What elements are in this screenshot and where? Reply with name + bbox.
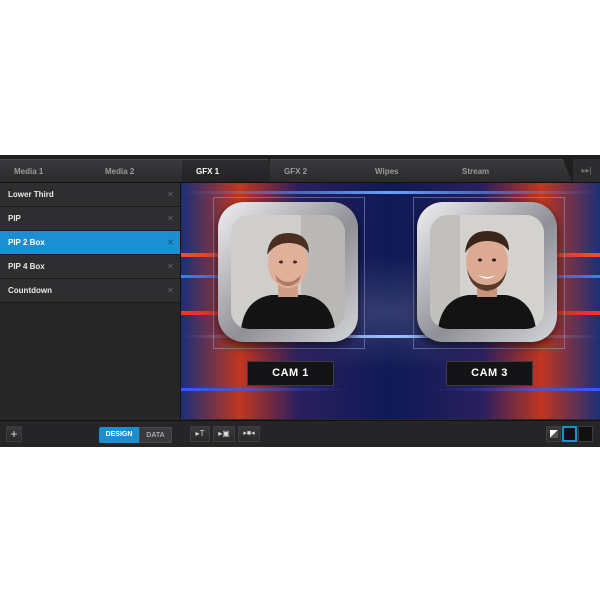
- tab-media-2[interactable]: Media 2: [91, 159, 191, 182]
- tab-media-1[interactable]: Media 1: [0, 159, 100, 182]
- list-item-lower-third[interactable]: Lower Third ✕: [0, 183, 180, 207]
- camera-feed-left: [231, 215, 345, 329]
- dark-view-icon[interactable]: [578, 426, 593, 442]
- pip-frame-right[interactable]: [417, 202, 557, 342]
- list-item-label: Lower Third: [8, 190, 54, 199]
- split-view-icon[interactable]: [546, 426, 561, 442]
- single-view-icon[interactable]: [562, 426, 577, 442]
- list-item-pip-4-box[interactable]: PIP 4 Box ✕: [0, 255, 180, 279]
- remove-icon[interactable]: ✕: [167, 207, 174, 230]
- bottom-toolbar: + DESIGN DATA ▸T ▸▣ ▸■◂: [0, 420, 600, 447]
- design-mode-button[interactable]: DESIGN: [99, 427, 139, 443]
- tab-wipes[interactable]: Wipes: [361, 159, 461, 182]
- remove-icon[interactable]: ✕: [167, 255, 174, 278]
- cam-label-left[interactable]: CAM 1: [247, 361, 334, 386]
- video-tool-icon[interactable]: ▸■◂: [238, 426, 260, 442]
- gfx-editor-app: Media 1 Media 2 GFX 1 GFX 2 Wipes Stream…: [0, 155, 600, 447]
- skip-end-icon[interactable]: ▸▸|: [573, 159, 600, 182]
- list-item-label: PIP: [8, 214, 21, 223]
- list-item-label: PIP 2 Box: [8, 238, 45, 247]
- tab-bar: Media 1 Media 2 GFX 1 GFX 2 Wipes Stream…: [0, 155, 600, 183]
- add-button[interactable]: +: [6, 426, 22, 442]
- list-item-pip-2-box[interactable]: PIP 2 Box ✕: [0, 231, 180, 255]
- tab-gfx-2[interactable]: GFX 2: [270, 159, 370, 182]
- tab-gfx-1[interactable]: GFX 1: [182, 159, 277, 182]
- tab-stream[interactable]: Stream: [448, 159, 572, 182]
- graphics-list: Lower Third ✕ PIP ✕ PIP 2 Box ✕ PIP 4 Bo…: [0, 183, 181, 419]
- preview-canvas[interactable]: CAM 1 CAM 3: [181, 183, 600, 419]
- image-tool-icon[interactable]: ▸▣: [213, 426, 235, 442]
- list-item-label: PIP 4 Box: [8, 262, 45, 271]
- remove-icon[interactable]: ✕: [167, 279, 174, 302]
- bg-stripe: [181, 388, 600, 391]
- person-icon: [430, 215, 544, 329]
- text-tool-icon[interactable]: ▸T: [190, 426, 210, 442]
- list-item-label: Countdown: [8, 286, 52, 295]
- split-view-glyph: [550, 430, 558, 438]
- list-item-pip[interactable]: PIP ✕: [0, 207, 180, 231]
- remove-icon[interactable]: ✕: [167, 231, 174, 254]
- data-mode-button[interactable]: DATA: [139, 427, 172, 443]
- bg-stripe: [181, 191, 600, 194]
- camera-feed-right: [430, 215, 544, 329]
- remove-icon[interactable]: ✕: [167, 183, 174, 206]
- person-icon: [231, 215, 345, 329]
- cam-label-right[interactable]: CAM 3: [446, 361, 533, 386]
- pip-frame-left[interactable]: [218, 202, 358, 342]
- list-item-countdown[interactable]: Countdown ✕: [0, 279, 180, 303]
